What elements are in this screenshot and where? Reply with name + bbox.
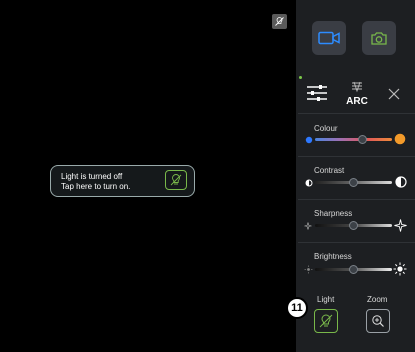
arc-icon xyxy=(352,81,362,93)
zoom-label: Zoom xyxy=(367,295,388,304)
tab-arc[interactable]: ARC xyxy=(345,80,369,108)
cool-color-icon xyxy=(304,135,313,144)
high-sharpness-icon xyxy=(393,218,407,232)
high-brightness-icon xyxy=(393,262,407,276)
colour-slider-track[interactable] xyxy=(315,138,392,141)
active-tab-indicator xyxy=(299,76,302,79)
colour-label: Colour xyxy=(314,124,338,133)
sharpness-label: Sharpness xyxy=(314,209,353,218)
video-mode-button[interactable] xyxy=(312,21,346,55)
high-contrast-icon xyxy=(394,175,407,188)
tab-arc-label: ARC xyxy=(346,96,368,107)
contrast-label: Contrast xyxy=(314,166,345,175)
zoom-button[interactable] xyxy=(366,309,390,333)
sliders-icon xyxy=(307,85,327,101)
brightness-label: Brightness xyxy=(314,252,352,261)
light-off-toast[interactable]: Light is turned off Tap here to turn on. xyxy=(50,165,195,197)
low-contrast-icon xyxy=(304,178,313,187)
video-camera-icon xyxy=(318,31,340,45)
bulb-off-icon xyxy=(319,314,333,328)
close-panel-button[interactable] xyxy=(386,86,402,102)
light-label: Light xyxy=(317,295,335,304)
light-off-icon[interactable] xyxy=(272,14,287,29)
toast-line1: Light is turned off xyxy=(61,172,123,181)
photo-mode-button[interactable] xyxy=(362,21,396,55)
sharpness-slider-knob[interactable] xyxy=(349,221,358,230)
divider xyxy=(298,242,415,243)
low-sharpness-icon xyxy=(303,221,312,230)
light-toggle-button[interactable] xyxy=(314,309,338,333)
tab-adjustments[interactable] xyxy=(304,80,330,106)
low-brightness-icon xyxy=(304,265,313,274)
close-icon xyxy=(388,88,400,100)
step-number-badge: 11 xyxy=(286,297,308,319)
brightness-slider-knob[interactable] xyxy=(349,265,358,274)
contrast-slider-knob[interactable] xyxy=(349,178,358,187)
camera-icon xyxy=(371,31,387,45)
zoom-in-icon xyxy=(372,315,384,327)
bulb-off-icon xyxy=(165,170,187,190)
toast-line2: Tap here to turn on. xyxy=(61,182,131,191)
divider xyxy=(298,199,415,200)
divider xyxy=(298,113,415,114)
divider xyxy=(298,156,415,157)
warm-color-icon xyxy=(394,133,406,145)
